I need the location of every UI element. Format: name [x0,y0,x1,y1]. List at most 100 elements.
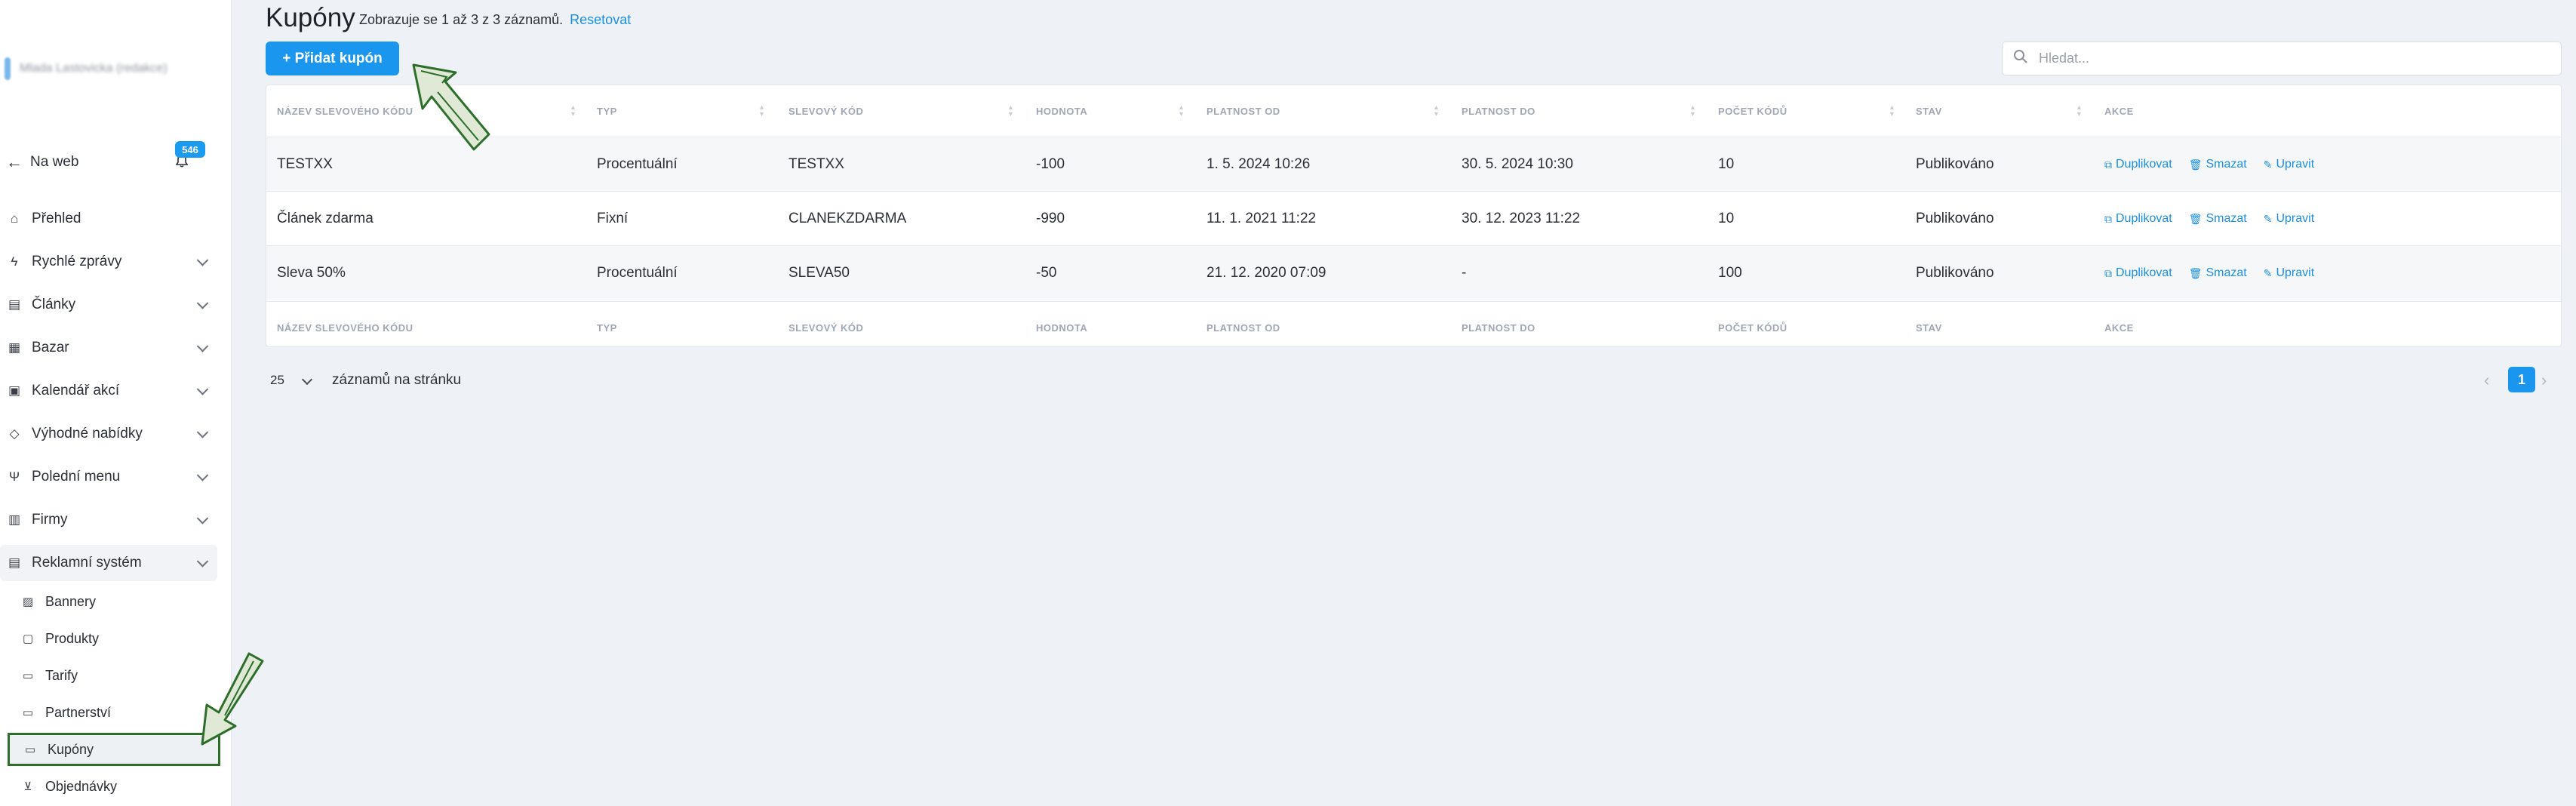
edit-button[interactable]: ✎ Upravit [2264,212,2314,226]
search-input[interactable] [2037,50,2538,67]
package-icon: ▢ [22,632,34,645]
sidebar-item-8[interactable]: ▥ Firmy [0,502,217,538]
row-actions: ⧉ Duplikovat 🗑 Smazat ✎ Upravit [2104,192,2331,246]
per-page-value: 25 [270,373,284,387]
records-info: Zobrazuje se 1 až 3 z 3 záznamů. [359,12,564,27]
brand[interactable]: Mlada Lastovicka (redakce) [5,57,208,80]
sidebar-item-4[interactable]: ▦ Bazar [0,330,217,366]
arrow-left-icon: ← [6,152,23,171]
column-header[interactable]: POČET KÓDŮ [1718,85,1788,137]
per-page-select[interactable]: 25 [266,365,317,395]
chevron-down-icon [196,297,209,309]
brand-name: Mlada Lastovicka (redakce) [20,62,168,75]
sidebar-item-label: Bazar [32,340,69,355]
calendar-icon: ▣ [8,383,21,398]
search-box[interactable] [2002,42,2562,75]
sort-icon[interactable]: ▴ ▾ [2077,104,2081,118]
sort-icon[interactable]: ▴ ▾ [1009,104,1013,118]
chevron-down-icon [196,383,209,395]
handshake-icon: ▭ [22,706,34,719]
column-header[interactable]: PLATNOST OD [1207,85,1280,137]
column-header: PLATNOST OD [1207,321,1280,334]
sort-icon[interactable]: ▴ ▾ [571,104,575,118]
edit-icon: ✎ [2263,212,2273,225]
image-icon: ▨ [22,595,34,608]
sidebar-item-5[interactable]: ▣ Kalendář akcí [0,373,217,409]
trash-icon: 🗑 [2188,212,2203,225]
action-label: Upravit [2276,212,2315,225]
column-header[interactable]: HODNOTA [1036,85,1087,137]
column-header[interactable]: TYP [597,85,617,137]
sort-icon[interactable]: ▴ ▾ [760,104,764,118]
table-cell: Sleva 50% [277,265,346,281]
delete-button[interactable]: 🗑 Smazat [2189,212,2247,226]
table-cell: 100 [1718,265,1742,281]
shop-icon: ▦ [8,340,21,355]
column-header[interactable]: NÁZEV SLEVOVÉHO KÓDU [277,85,413,137]
ads-icon: ▤ [8,555,21,570]
sidebar-subitem-3[interactable]: ▭ Tarify [0,659,217,692]
sort-icon[interactable]: ▴ ▾ [1691,104,1695,118]
chevron-down-icon [196,426,209,438]
delete-button[interactable]: 🗑 Smazat [2189,266,2247,280]
sidebar-subitem-4[interactable]: ▭ Partnerství [0,696,217,729]
sidebar: Mlada Lastovicka (redakce) ← Na web 546 … [0,0,232,806]
duplicate-button[interactable]: ⧉ Duplikovat [2104,266,2172,280]
coupons-table: NÁZEV SLEVOVÉHO KÓDU ▴ ▾ TYP ▴ ▾ SLEVOVÝ KÓD ▴ ▾… [266,85,2562,347]
prev-page-button[interactable]: ‹ [2484,367,2489,394]
next-page-button[interactable]: › [2541,367,2547,394]
sidebar-subitem-label: Tarify [45,667,78,683]
reset-link[interactable]: Resetovat [570,12,631,27]
table-cell: 11. 1. 2021 11:22 [1207,211,1317,226]
page-1-button[interactable]: 1 [2508,367,2535,392]
duplicate-button[interactable]: ⧉ Duplikovat [2104,212,2172,226]
table-cell: Publikováno [1916,211,1994,226]
sidebar-item-7[interactable]: Ψ Polední menu [0,459,217,495]
duplicate-button[interactable]: ⧉ Duplikovat [2104,158,2172,171]
sidebar-subitem-2[interactable]: ▢ Produkty [0,622,217,655]
sidebar-item-9[interactable]: ▤ Reklamní systém [0,545,217,581]
column-header: AKCE [2104,105,2134,117]
row-actions: ⧉ Duplikovat 🗑 Smazat ✎ Upravit [2104,246,2331,300]
delete-button[interactable]: 🗑 Smazat [2189,158,2247,171]
sidebar-subitem-5[interactable]: ▭ Kupóny [8,733,220,766]
add-coupon-button[interactable]: + Přidat kupón [266,42,399,75]
sidebar-item-1[interactable]: ⌂ Přehled [0,201,217,237]
chevron-down-icon [196,469,209,481]
sidebar-subitem-1[interactable]: ▨ Bannery [0,585,217,618]
sort-icon[interactable]: ▴ ▾ [1890,104,1894,118]
table-cell: 10 [1718,156,1735,172]
table-row: TESTXX Procentuální TESTXX -100 1. 5. 2024 1… [266,137,2561,192]
sidebar-subitem-6[interactable]: ⊻ Objednávky [0,770,217,803]
column-header[interactable]: PLATNOST DO [1462,85,1535,137]
table-cell: - [1462,265,1467,281]
sidebar-item-3[interactable]: ▤ Články [0,287,217,323]
copy-icon: ⧉ [2104,212,2112,225]
newspaper-icon: ▤ [8,297,21,312]
sidebar-subitem-label: Produkty [45,630,100,646]
table-cell: -990 [1036,211,1065,226]
sort-icon[interactable]: ▴ ▾ [1434,104,1438,118]
chevron-down-icon [196,512,209,525]
action-label: Upravit [2276,158,2315,171]
column-header[interactable]: SLEVOVÝ KÓD [788,85,863,137]
back-to-web-link[interactable]: ← Na web [6,151,78,174]
sidebar-item-label: Přehled [32,211,81,226]
column-header: SLEVOVÝ KÓD [788,321,864,334]
table-cell: TESTXX [277,156,333,172]
notification-badge[interactable]: 546 [175,141,205,158]
edit-button[interactable]: ✎ Upravit [2264,158,2314,171]
page-subtitle: Zobrazuje se 1 až 3 z 3 záznamů. Resetov… [359,12,631,28]
sort-icon[interactable]: ▴ ▾ [1179,104,1183,118]
sidebar-item-2[interactable]: ϟ Rychlé zprávy [0,244,217,280]
page-title: Kupóny [266,3,355,32]
edit-button[interactable]: ✎ Upravit [2264,266,2314,280]
table-header-row: NÁZEV SLEVOVÉHO KÓDU ▴ ▾ TYP ▴ ▾ SLEVOVÝ KÓD ▴ ▾… [266,85,2561,137]
sidebar-subitem-label: Objednávky [45,778,118,794]
chevron-down-icon [196,254,209,266]
table-cell: TESTXX [788,156,844,172]
trash-icon: 🗑 [2188,158,2203,171]
action-label: Smazat [2206,212,2247,225]
column-header[interactable]: STAV [1916,85,1942,137]
sidebar-item-6[interactable]: ◇ Výhodné nabídky [0,416,217,452]
